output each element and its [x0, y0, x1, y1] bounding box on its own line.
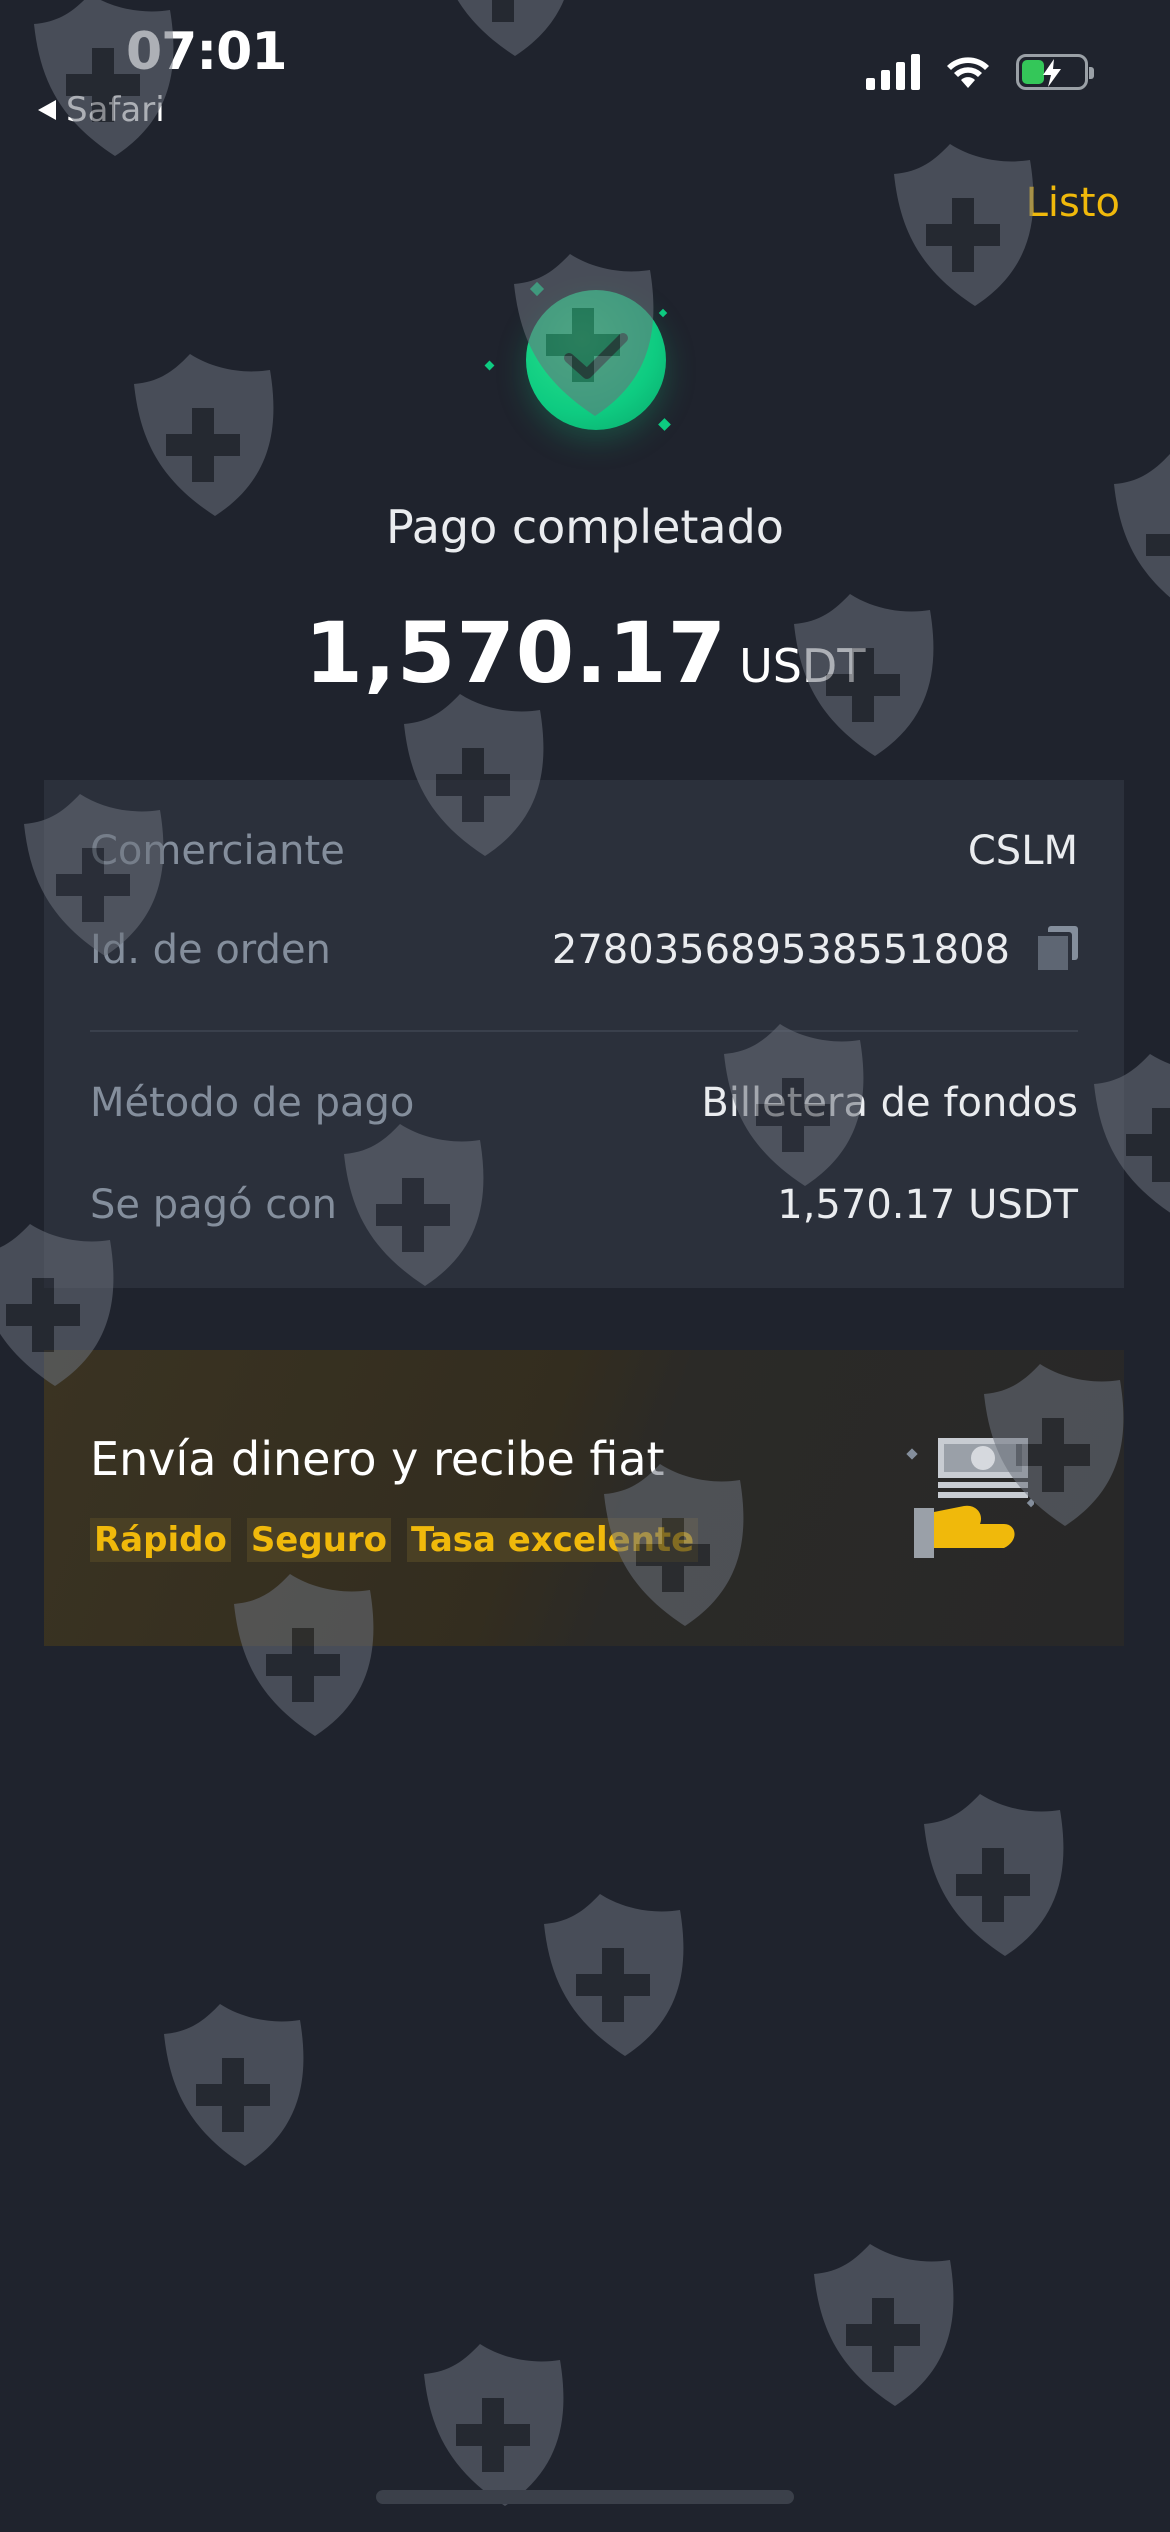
payment-amount: 1,570.17 USDT	[0, 604, 1170, 702]
merchant-label: Comerciante	[90, 828, 345, 874]
promo-title: Envía dinero y recibe fiat	[90, 1432, 665, 1486]
wifi-icon	[947, 57, 989, 88]
detail-row-merchant: Comerciante CSLM	[90, 828, 1078, 874]
promo-tag: Rápido	[90, 1518, 231, 1562]
done-button[interactable]: Listo	[1026, 180, 1120, 226]
payment-details-card: Comerciante CSLM Id. de orden 2780356895…	[44, 780, 1124, 1288]
details-divider	[90, 1030, 1078, 1032]
promo-tag: Seguro	[246, 1518, 392, 1562]
amount-value: 1,570.17	[304, 604, 728, 702]
status-time: 07:01	[126, 22, 288, 82]
copy-icon[interactable]	[1034, 926, 1078, 974]
detail-row-paid-with: Se pagó con 1,570.17 USDT	[90, 1182, 1078, 1228]
payment-status-title: Pago completado	[386, 500, 784, 554]
order-id-label: Id. de orden	[90, 927, 331, 973]
payment-method-value: Billetera de fondos	[701, 1080, 1078, 1126]
check-circle-icon	[526, 290, 666, 430]
shield-watermark-icon	[120, 350, 280, 520]
amount-currency: USDT	[739, 639, 866, 693]
cash-hand-icon	[906, 1438, 1034, 1558]
shield-watermark-icon	[150, 2000, 310, 2170]
shield-watermark-icon	[420, 0, 580, 60]
shield-watermark-icon	[880, 140, 1040, 310]
back-to-safari[interactable]: Safari	[38, 90, 165, 130]
status-icons	[866, 54, 1094, 90]
payment-success-screen: 07:01 Safari Listo Pago completado 1,570…	[0, 0, 1170, 2532]
order-id-value: 278035689538551808	[551, 927, 1010, 973]
back-app-label: Safari	[66, 90, 165, 130]
payment-method-label: Método de pago	[90, 1080, 415, 1126]
shield-watermark-icon	[410, 2340, 570, 2510]
success-illustration	[470, 270, 710, 470]
detail-row-payment-method: Método de pago Billetera de fondos	[90, 1080, 1078, 1126]
battery-charging-icon	[1016, 54, 1094, 90]
shield-watermark-icon	[530, 1890, 690, 2060]
merchant-value: CSLM	[967, 828, 1078, 874]
paid-with-value: 1,570.17 USDT	[777, 1182, 1078, 1228]
back-arrow-icon	[38, 100, 56, 120]
paid-with-label: Se pagó con	[90, 1182, 338, 1228]
send-money-promo-banner[interactable]: Envía dinero y recibe fiat Rápido Seguro…	[44, 1350, 1124, 1646]
shield-watermark-icon	[800, 2240, 960, 2410]
shield-watermark-icon	[910, 1790, 1070, 1960]
promo-tag: Tasa excelente	[407, 1518, 699, 1562]
home-indicator	[376, 2490, 794, 2504]
detail-row-order-id: Id. de orden 278035689538551808	[90, 926, 1078, 974]
signal-icon	[866, 54, 920, 90]
promo-tags: Rápido Seguro Tasa excelente	[90, 1518, 699, 1562]
